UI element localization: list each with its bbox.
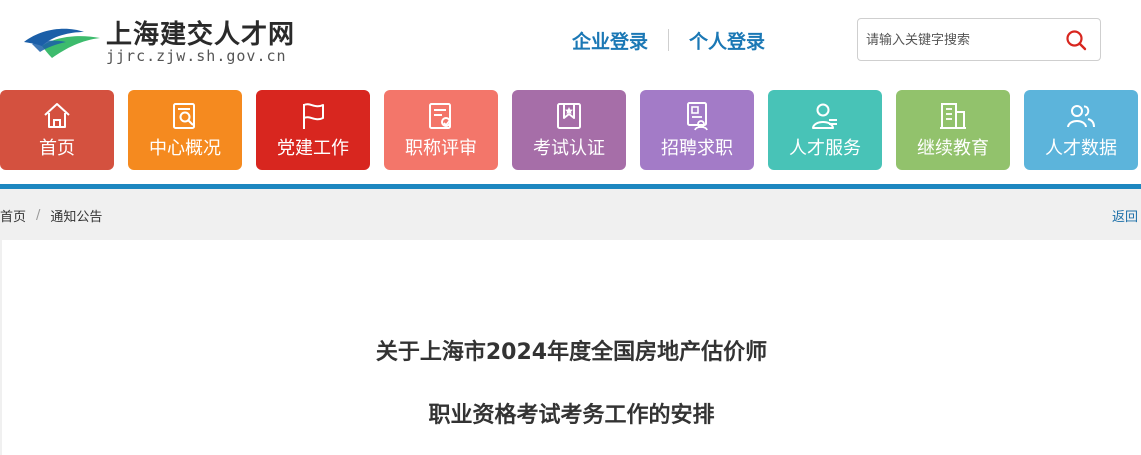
article-panel: 关于上海市2024年度全国房地产估价师 职业资格考试考务工作的安排 <box>2 240 1141 455</box>
nav-label: 继续教育 <box>917 138 989 159</box>
enterprise-login-link[interactable]: 企业登录 <box>560 27 660 54</box>
logo-swoosh-icon <box>24 28 100 58</box>
nav-item-party-building[interactable]: 党建工作 <box>256 90 370 170</box>
resume-icon <box>687 102 708 131</box>
personal-login-link[interactable]: 个人登录 <box>677 27 777 54</box>
search-icon[interactable] <box>1064 28 1088 52</box>
user-service-icon <box>812 103 837 129</box>
nav-item-talent-service[interactable]: 人才服务 <box>768 90 882 170</box>
badge-star-icon <box>557 103 581 129</box>
nav-item-recruitment[interactable]: 招聘求职 <box>640 90 754 170</box>
article-title-line-2: 职业资格考试考务工作的安排 <box>428 403 715 428</box>
nav-label: 人才服务 <box>789 138 861 159</box>
nav-item-exam-certification[interactable]: 考试认证 <box>512 90 626 170</box>
nav-label: 招聘求职 <box>661 138 733 159</box>
home-icon <box>44 103 70 128</box>
back-link[interactable]: 返回 <box>1112 206 1138 225</box>
nav-label: 人才数据 <box>1045 138 1117 159</box>
nav-label: 考试认证 <box>533 138 605 159</box>
nav-item-center-overview[interactable]: 中心概况 <box>128 90 242 170</box>
site-header: 上海建交人才网 jjrc.zjw.sh.gov.cn 企业登录 个人登录 <box>0 0 1141 82</box>
certificate-icon <box>429 103 451 129</box>
breadcrumb-separator: / <box>36 207 41 223</box>
breadcrumb-current[interactable]: 通知公告 <box>50 206 102 225</box>
nav-label: 职称评审 <box>405 138 477 159</box>
nav-item-title-review[interactable]: 职称评审 <box>384 90 498 170</box>
login-divider <box>668 29 670 51</box>
nav-label: 首页 <box>39 138 75 159</box>
nav-label: 中心概况 <box>149 138 221 159</box>
nav-item-talent-data[interactable]: 人才数据 <box>1024 90 1138 170</box>
search-input[interactable] <box>866 28 1056 52</box>
breadcrumb-home-link[interactable]: 首页 <box>0 206 26 225</box>
users-icon <box>1067 105 1095 128</box>
building-icon <box>940 103 966 129</box>
main-nav: 首页 中心概况 党建工作 职称评审 考试认证 招聘求职 人才服务 继续教育 人才… <box>0 90 1141 170</box>
breadcrumb: 首页 / 通知公告 <box>0 206 102 225</box>
document-search-icon <box>173 103 195 129</box>
login-links: 企业登录 个人登录 <box>560 26 777 54</box>
site-logo[interactable]: 上海建交人才网 jjrc.zjw.sh.gov.cn <box>22 14 312 70</box>
search-box <box>857 18 1101 61</box>
site-title: 上海建交人才网 <box>106 20 296 50</box>
flag-icon <box>303 103 324 129</box>
article-title-line-1: 关于上海市2024年度全国房地产估价师 <box>375 340 768 365</box>
nav-item-continuing-education[interactable]: 继续教育 <box>896 90 1010 170</box>
site-domain: jjrc.zjw.sh.gov.cn <box>106 47 287 65</box>
nav-item-home[interactable]: 首页 <box>0 90 114 170</box>
nav-label: 党建工作 <box>277 138 349 159</box>
